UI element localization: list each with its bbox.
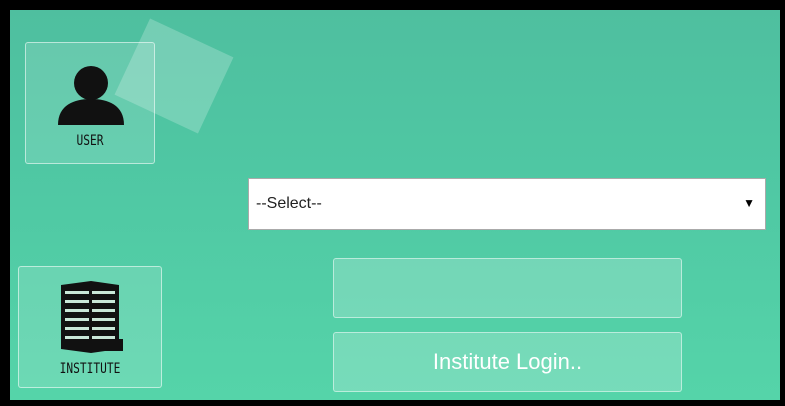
dropdown-arrow-icon: ▼ — [743, 196, 755, 210]
institute-select[interactable]: --Select-- ▼ — [248, 178, 766, 230]
institute-login-button[interactable]: Institute Login.. — [333, 332, 682, 392]
user-tile-label: USER — [76, 133, 104, 149]
institute-tile[interactable]: INSTITUTE — [18, 266, 162, 388]
institute-tile-label: INSTITUTE — [59, 361, 121, 377]
user-tile[interactable]: USER — [25, 42, 155, 164]
password-field[interactable] — [333, 258, 682, 318]
window-frame: USER INSTITUTE --Select-- ▼ Institute Lo… — [0, 0, 785, 406]
building-icon — [61, 281, 123, 353]
user-icon — [58, 66, 124, 125]
login-panel: USER INSTITUTE --Select-- ▼ Institute Lo… — [10, 10, 780, 400]
select-value: --Select-- — [256, 195, 322, 212]
